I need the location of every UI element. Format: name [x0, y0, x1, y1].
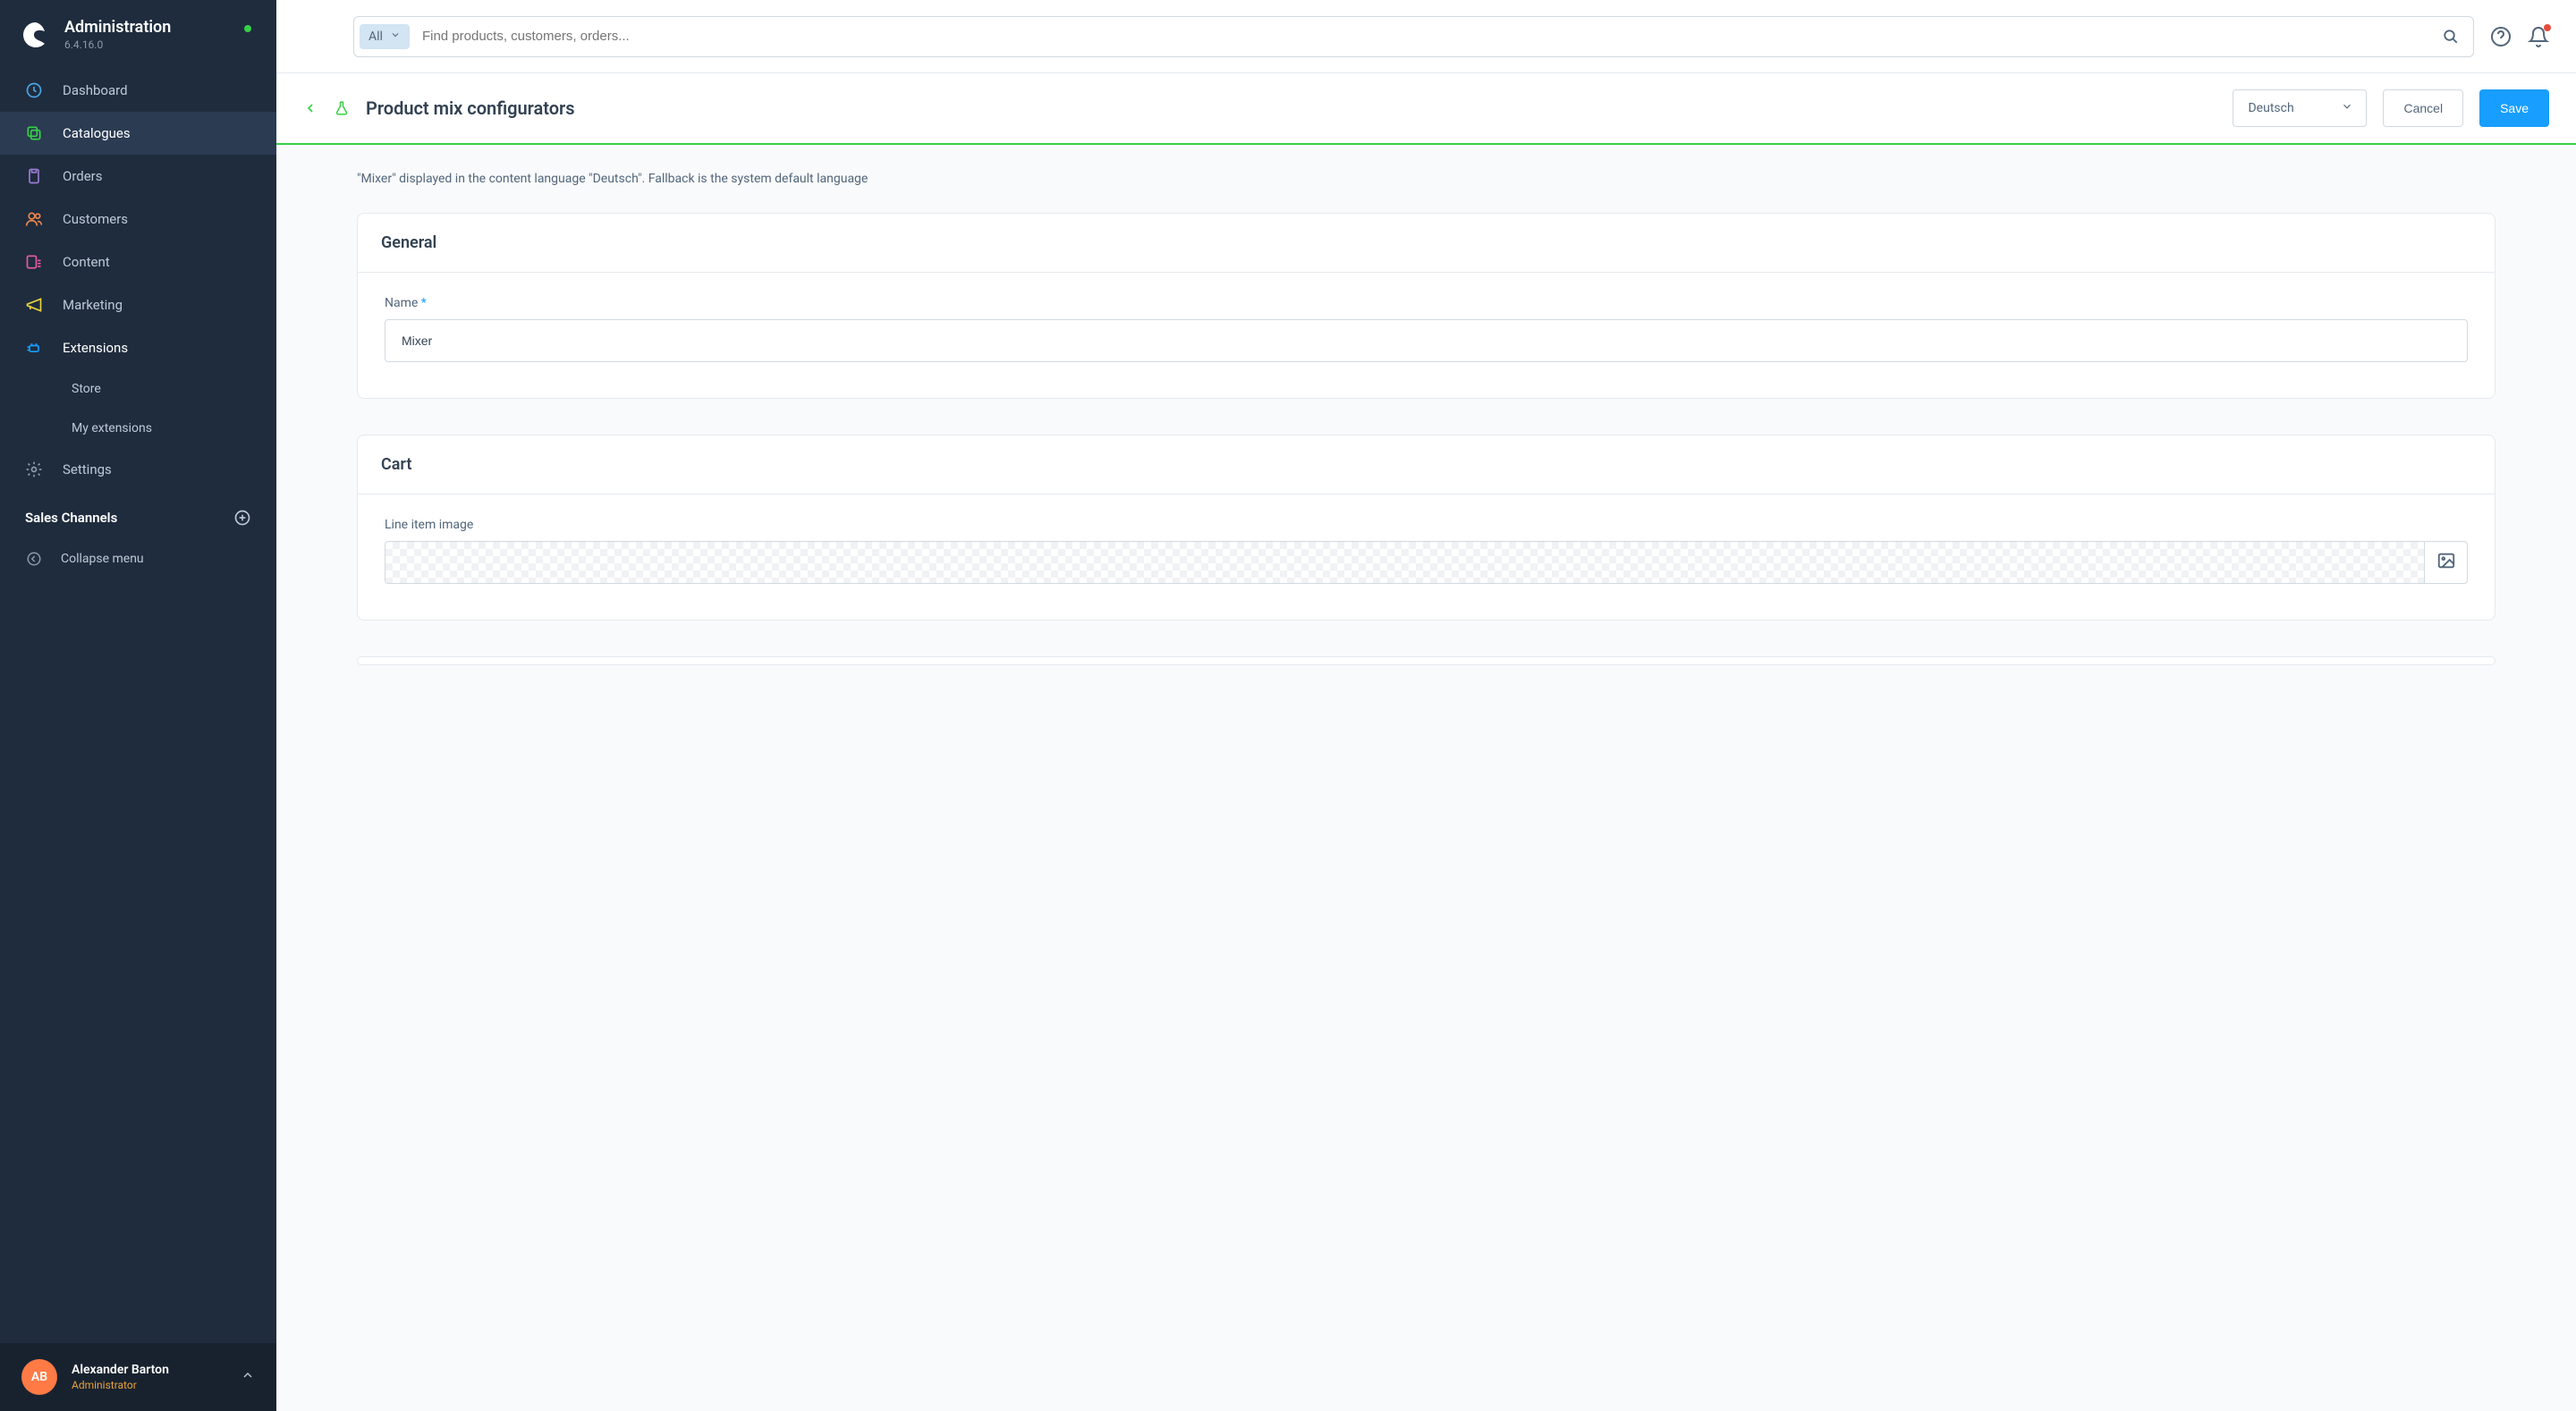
sidebar-item-marketing[interactable]: Marketing: [0, 283, 276, 326]
sidebar-sub-store[interactable]: Store: [0, 369, 276, 409]
search-scope-label: All: [369, 30, 383, 44]
content: "Mixer" displayed in the content languag…: [276, 145, 2576, 1411]
line-item-image-label: Line item image: [385, 518, 2468, 532]
sidebar-item-label: Catalogues: [63, 125, 131, 141]
logo-icon: [21, 21, 50, 49]
language-value: Deutsch: [2248, 101, 2293, 115]
sidebar-item-settings[interactable]: Settings: [0, 448, 276, 491]
next-card-peek: [357, 656, 2496, 665]
language-select[interactable]: Deutsch: [2233, 89, 2367, 127]
sales-channels-header: Sales Channels: [0, 491, 276, 537]
sidebar-header: Administration 6.4.16.0: [0, 0, 276, 69]
general-card: General Name *: [357, 213, 2496, 399]
plus-circle-icon[interactable]: [233, 509, 251, 527]
flask-icon: [334, 100, 350, 116]
user-role: Administrator: [72, 1379, 226, 1391]
main: All: [276, 0, 2576, 1411]
general-title: General: [358, 214, 2495, 273]
user-footer[interactable]: AB Alexander Barton Administrator: [0, 1343, 276, 1411]
back-icon[interactable]: [303, 101, 318, 115]
sidebar-sub-label: My extensions: [72, 421, 152, 435]
sidebar-item-orders[interactable]: Orders: [0, 155, 276, 198]
name-label: Name *: [385, 296, 2468, 310]
save-button[interactable]: Save: [2479, 89, 2549, 127]
sidebar-sub-label: Store: [72, 382, 101, 396]
content-icon: [25, 253, 43, 271]
search-input[interactable]: [410, 29, 2443, 44]
sidebar-item-dashboard[interactable]: Dashboard: [0, 69, 276, 112]
media-preview-empty[interactable]: [386, 542, 2424, 583]
avatar: AB: [21, 1359, 57, 1395]
sidebar-item-label: Customers: [63, 211, 128, 227]
notification-dot-icon: [2544, 24, 2551, 31]
search-bar: All: [353, 16, 2474, 57]
media-field: [385, 541, 2468, 584]
brand-version: 6.4.16.0: [64, 38, 171, 51]
required-mark: *: [421, 296, 427, 310]
sidebar-item-label: Marketing: [63, 297, 123, 313]
nav: Dashboard Catalogues Orders Customers: [0, 69, 276, 1343]
page-header: Product mix configurators Deutsch Cancel…: [276, 73, 2576, 145]
sidebar-item-extensions[interactable]: Extensions: [0, 326, 276, 369]
brand-title: Administration: [64, 18, 171, 37]
status-dot-icon: [244, 25, 251, 32]
image-icon: [2436, 551, 2456, 574]
sidebar: Administration 6.4.16.0 Dashboard Catalo…: [0, 0, 276, 1411]
chevron-down-icon: [2341, 100, 2353, 116]
help-icon[interactable]: [2490, 26, 2512, 47]
sidebar-item-label: Orders: [63, 168, 103, 184]
name-input[interactable]: [385, 319, 2468, 362]
chevron-down-icon: [390, 30, 401, 44]
page-title: Product mix configurators: [366, 97, 2216, 119]
sidebar-item-catalogues[interactable]: Catalogues: [0, 112, 276, 155]
collapse-icon: [25, 550, 43, 568]
sidebar-sub-my-extensions[interactable]: My extensions: [0, 409, 276, 448]
cart-title: Cart: [358, 435, 2495, 494]
sidebar-item-label: Settings: [63, 461, 112, 477]
topbar: All: [276, 0, 2576, 73]
search-scope-select[interactable]: All: [360, 24, 410, 49]
bell-icon[interactable]: [2528, 26, 2549, 47]
media-browse-button[interactable]: [2424, 542, 2467, 583]
customers-icon: [25, 210, 43, 228]
sidebar-item-content[interactable]: Content: [0, 241, 276, 283]
cancel-button[interactable]: Cancel: [2383, 89, 2463, 127]
sidebar-item-customers[interactable]: Customers: [0, 198, 276, 241]
sidebar-item-label: Extensions: [63, 340, 128, 356]
dashboard-icon: [25, 81, 43, 99]
search-icon[interactable]: [2443, 29, 2459, 45]
orders-icon: [25, 167, 43, 185]
extensions-icon: [25, 339, 43, 357]
chevron-up-icon: [241, 1368, 255, 1386]
marketing-icon: [25, 296, 43, 314]
collapse-menu[interactable]: Collapse menu: [0, 537, 276, 580]
cart-card: Cart Line item image: [357, 435, 2496, 621]
section-title: Sales Channels: [25, 510, 117, 526]
settings-icon: [25, 460, 43, 478]
catalogues-icon: [25, 124, 43, 142]
sidebar-item-label: Content: [63, 254, 110, 270]
sidebar-item-label: Dashboard: [63, 82, 128, 98]
language-info: "Mixer" displayed in the content languag…: [357, 172, 2496, 186]
user-name: Alexander Barton: [72, 1363, 226, 1377]
collapse-label: Collapse menu: [61, 552, 144, 566]
